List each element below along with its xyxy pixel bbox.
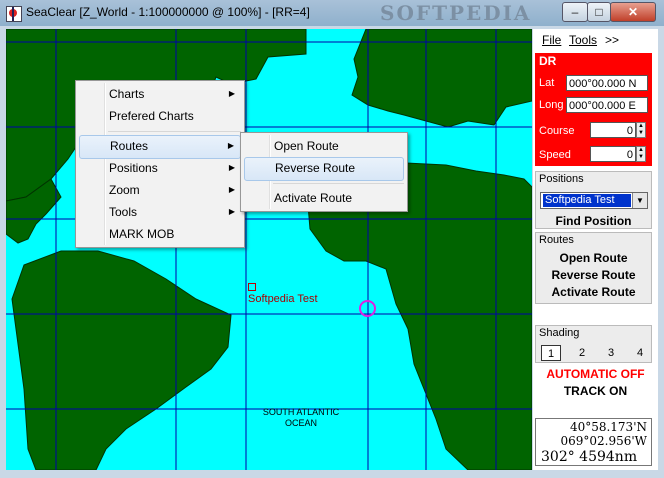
minimize-button[interactable]: – [562,2,588,22]
track-toggle[interactable]: TRACK ON [533,384,658,398]
menu-item-charts[interactable]: Charts ▶ [79,83,241,105]
menu-item-label: Routes [110,139,149,153]
shading-option-3[interactable]: 3 [601,345,621,361]
shading-option-1[interactable]: 1 [541,345,561,361]
lat-label: Lat [539,77,555,89]
positions-dropdown[interactable]: Softpedia Test ▼ [540,192,648,209]
readout-lat: 40°58.173'N [569,420,647,434]
dr-panel: DR Lat 000°00.000 N Long 000°00.000 E Co… [535,53,652,166]
positions-selected: Softpedia Test [543,194,631,207]
ocean-label: SOUTH ATLANTIC OCEAN [261,407,341,429]
submenu-arrow-icon: ▶ [227,141,234,150]
long-label: Long [539,99,564,111]
activate-route-button[interactable]: Activate Route [536,285,651,299]
routes-submenu: Open Route Reverse Route Activate Route [240,132,408,212]
routes-group: Routes Open Route Reverse Route Activate… [535,232,652,304]
mob-ring-icon[interactable] [359,300,376,317]
title-bar[interactable]: SeaClear [Z_World - 1:100000000 @ 100%] … [0,0,664,26]
dr-title: DR [539,54,557,68]
menu-file[interactable]: File [542,33,561,47]
shading-option-4[interactable]: 4 [630,345,650,361]
waypoint-label: Softpedia Test [248,293,318,305]
menu-item-label: Charts [109,87,145,101]
course-field[interactable]: 0 [590,122,636,138]
find-position-button[interactable]: Find Position [536,214,651,228]
menu-item-mark-mob[interactable]: MARK MOB [79,223,241,245]
close-button[interactable]: ✕ [610,2,656,22]
menu-item-routes[interactable]: Routes ▶ [79,135,241,159]
ocean-label-line2: OCEAN [284,418,317,428]
readout-lon: 069°02.956'W [560,434,647,448]
position-readout: 40°58.173'N 069°02.956'W 302° 4594nm [535,418,652,466]
automatic-toggle[interactable]: AUTOMATIC OFF [533,367,658,381]
speed-field[interactable]: 0 [590,146,636,162]
waypoint-marker[interactable] [248,283,256,291]
app-window: SeaClear [Z_World - 1:100000000 @ 100%] … [0,0,664,478]
course-label: Course [539,125,575,137]
menu-item-label: Positions [109,161,158,175]
land-south-america [11,250,232,470]
submenu-arrow-icon: ▶ [228,207,235,216]
routes-label: Routes [539,234,574,246]
window-border-right [658,29,664,470]
readout-bearing-range: 302° 4594nm [541,449,638,465]
panel-menubar: File Tools >> [533,29,658,51]
menu-item-zoom[interactable]: Zoom ▶ [79,179,241,201]
shading-option-2[interactable]: 2 [572,345,592,361]
submenu-arrow-icon: ▶ [228,185,235,194]
long-field[interactable]: 000°00.000 E [566,97,648,113]
submenu-arrow-icon: ▶ [228,89,235,98]
chevron-down-icon[interactable]: ▼ [632,193,647,208]
menu-more[interactable]: >> [605,33,619,47]
speed-label: Speed [539,149,571,161]
reverse-route-button[interactable]: Reverse Route [536,268,651,282]
submenu-item-activate-route[interactable]: Activate Route [244,187,404,209]
land-europe [351,29,532,128]
menu-separator [273,183,404,184]
app-icon[interactable] [6,6,22,22]
menu-item-tools[interactable]: Tools ▶ [79,201,241,223]
side-panel: File Tools >> DR Lat 000°00.000 N Long 0… [533,29,658,470]
ocean-label-line1: SOUTH ATLANTIC [262,407,340,417]
positions-label: Positions [539,173,584,185]
menu-item-label: MARK MOB [109,227,175,241]
open-route-button[interactable]: Open Route [536,251,651,265]
context-menu: Charts ▶ Prefered Charts Routes ▶ Position… [75,80,245,248]
course-spinner[interactable]: ▲ ▼ [636,122,646,138]
submenu-item-open-route[interactable]: Open Route [244,135,404,157]
positions-group: Positions Softpedia Test ▼ Find Position [535,171,652,229]
window-title: SeaClear [Z_World - 1:100000000 @ 100%] … [26,5,310,19]
lat-field[interactable]: 000°00.000 N [566,75,648,91]
menu-separator [108,131,241,132]
menu-item-label: Zoom [109,183,140,197]
shading-group: Shading 1 2 3 4 [535,325,652,363]
menu-item-label: Tools [109,205,138,219]
menu-item-prefered-charts[interactable]: Prefered Charts [79,105,241,127]
menu-item-positions[interactable]: Positions ▶ [79,157,241,179]
maximize-button[interactable]: □ [587,2,611,22]
submenu-arrow-icon: ▶ [228,163,235,172]
menu-tools[interactable]: Tools [569,33,597,47]
menu-item-label: Prefered Charts [109,109,194,123]
watermark-text: SOFTPEDIA [380,1,532,25]
speed-spinner[interactable]: ▲ ▼ [636,146,646,162]
shading-label: Shading [539,327,580,339]
submenu-item-reverse-route[interactable]: Reverse Route [244,157,404,181]
